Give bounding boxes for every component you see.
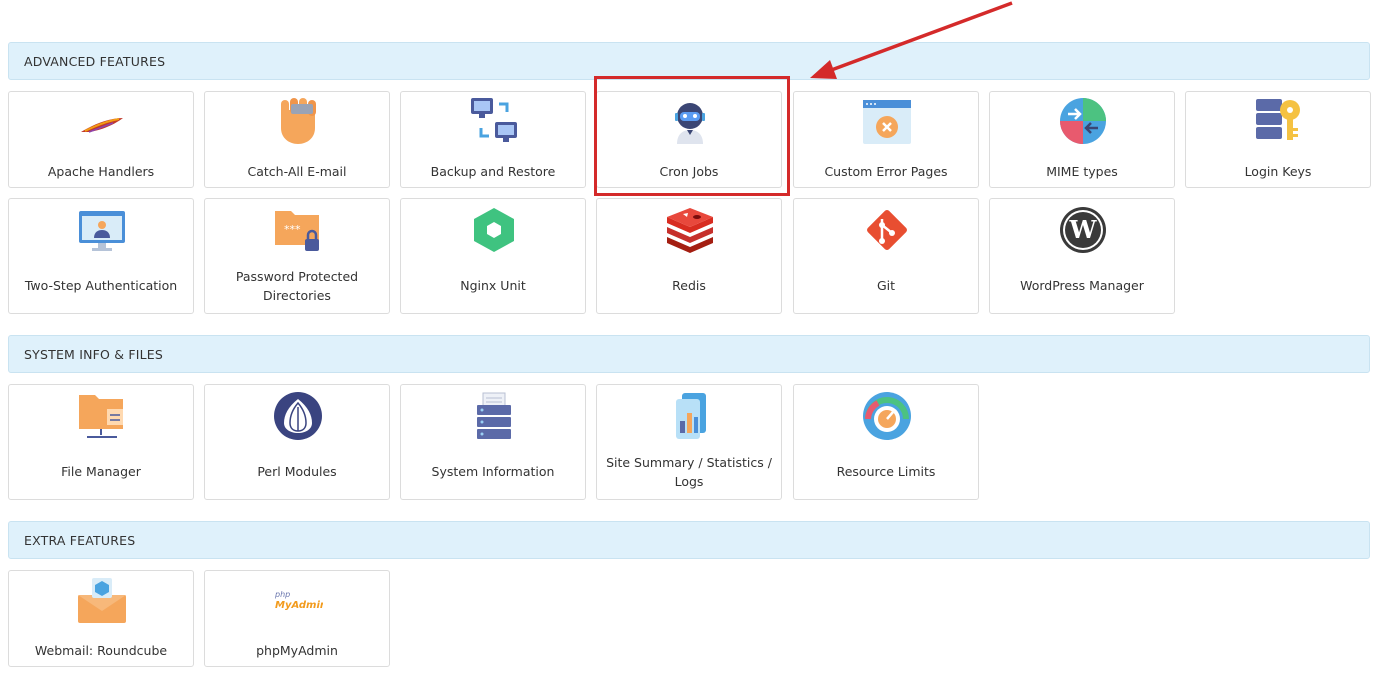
tile-wordpress-manager[interactable]: W WordPress Manager (989, 198, 1175, 314)
statistics-icon (676, 393, 706, 439)
catch-all-hand-icon (281, 98, 316, 144)
tile-label: Password Protected Directories (235, 269, 359, 303)
svg-text:php: php (274, 590, 290, 599)
tile-label: File Manager (61, 464, 141, 479)
cron-robot-icon (675, 103, 705, 144)
tile-label: Site Summary / Statistics / Logs (606, 455, 772, 489)
tile-cron-jobs[interactable]: Cron Jobs (596, 91, 782, 188)
tile-label: Custom Error Pages (824, 164, 948, 179)
tile-password-protected-directories[interactable]: *** Password Protected Directories (204, 198, 390, 314)
roundcube-mail-icon (78, 578, 126, 623)
two-step-auth-icon (79, 211, 125, 251)
tile-label: Apache Handlers (47, 164, 155, 179)
tile-two-step-authentication[interactable]: Two-Step Authentication (8, 198, 194, 314)
tile-label: Two-Step Authentication (24, 278, 178, 293)
tile-label: WordPress Manager (1020, 278, 1144, 293)
section-title: ADVANCED FEATURES (24, 53, 166, 69)
tile-label: Webmail: Roundcube (34, 643, 168, 658)
server-icon (477, 392, 511, 439)
tile-system-information[interactable]: System Information (400, 384, 586, 500)
tile-label: System Information (431, 464, 555, 479)
tile-git[interactable]: Git (793, 198, 979, 314)
tile-label: Resource Limits (836, 464, 936, 479)
tile-perl-modules[interactable]: Perl Modules (204, 384, 390, 500)
backup-restore-icon (471, 98, 517, 142)
section-title: EXTRA FEATURES (24, 532, 136, 548)
svg-text:MyAdmin: MyAdmin (275, 600, 323, 611)
tile-resource-limits[interactable]: Resource Limits (793, 384, 979, 500)
tile-backup-and-restore[interactable]: Backup and Restore (400, 91, 586, 188)
git-icon (867, 210, 907, 250)
svg-text:***: *** (284, 223, 301, 236)
perl-onion-icon (274, 392, 322, 440)
wordpress-icon: W (1060, 207, 1106, 253)
tile-label: Login Keys (1244, 164, 1312, 179)
tile-custom-error-pages[interactable]: Custom Error Pages (793, 91, 979, 188)
tile-catch-all-email[interactable]: Catch-All E-mail (204, 91, 390, 188)
tile-label: Backup and Restore (430, 164, 556, 179)
mime-types-icon (1060, 98, 1106, 144)
tile-mime-types[interactable]: MIME types (989, 91, 1175, 188)
tile-file-manager[interactable]: File Manager (8, 384, 194, 500)
tile-apache-handlers[interactable]: Apache Handlers (8, 91, 194, 188)
tile-label: Nginx Unit (460, 278, 526, 293)
nginx-unit-icon (474, 208, 514, 252)
tile-label: MIME types (1046, 164, 1118, 179)
login-keys-icon (1256, 99, 1300, 140)
section-header-advanced-features: ADVANCED FEATURES (8, 42, 1370, 80)
section-header-extra-features: EXTRA FEATURES (8, 521, 1370, 559)
section-header-system-info-files: SYSTEM INFO & FILES (8, 335, 1370, 373)
tile-webmail-roundcube[interactable]: Webmail: Roundcube (8, 570, 194, 667)
tile-label: Git (876, 278, 896, 293)
tile-label: Cron Jobs (659, 164, 719, 179)
section-title: SYSTEM INFO & FILES (24, 346, 164, 362)
folder-icon (79, 395, 123, 438)
tile-label: phpMyAdmin (256, 643, 338, 658)
tile-login-keys[interactable]: Login Keys (1185, 91, 1371, 188)
svg-text:W: W (1069, 215, 1098, 244)
tile-label: Redis (672, 278, 706, 293)
phpmyadmin-logo-icon: php MyAdmin (274, 590, 323, 611)
tile-label: Perl Modules (257, 464, 337, 479)
tile-nginx-unit[interactable]: Nginx Unit (400, 198, 586, 314)
error-page-icon (863, 100, 911, 144)
password-folder-icon: *** (275, 211, 319, 251)
tile-label: Catch-All E-mail (247, 164, 347, 179)
tile-phpmyadmin[interactable]: php MyAdmin phpMyAdmin (204, 570, 390, 667)
apache-feather-icon (81, 118, 123, 133)
gauge-icon (863, 392, 911, 440)
tile-redis[interactable]: Redis (596, 198, 782, 314)
redis-icon (667, 208, 713, 253)
tile-site-summary-statistics-logs[interactable]: Site Summary / Statistics / Logs (596, 384, 782, 500)
